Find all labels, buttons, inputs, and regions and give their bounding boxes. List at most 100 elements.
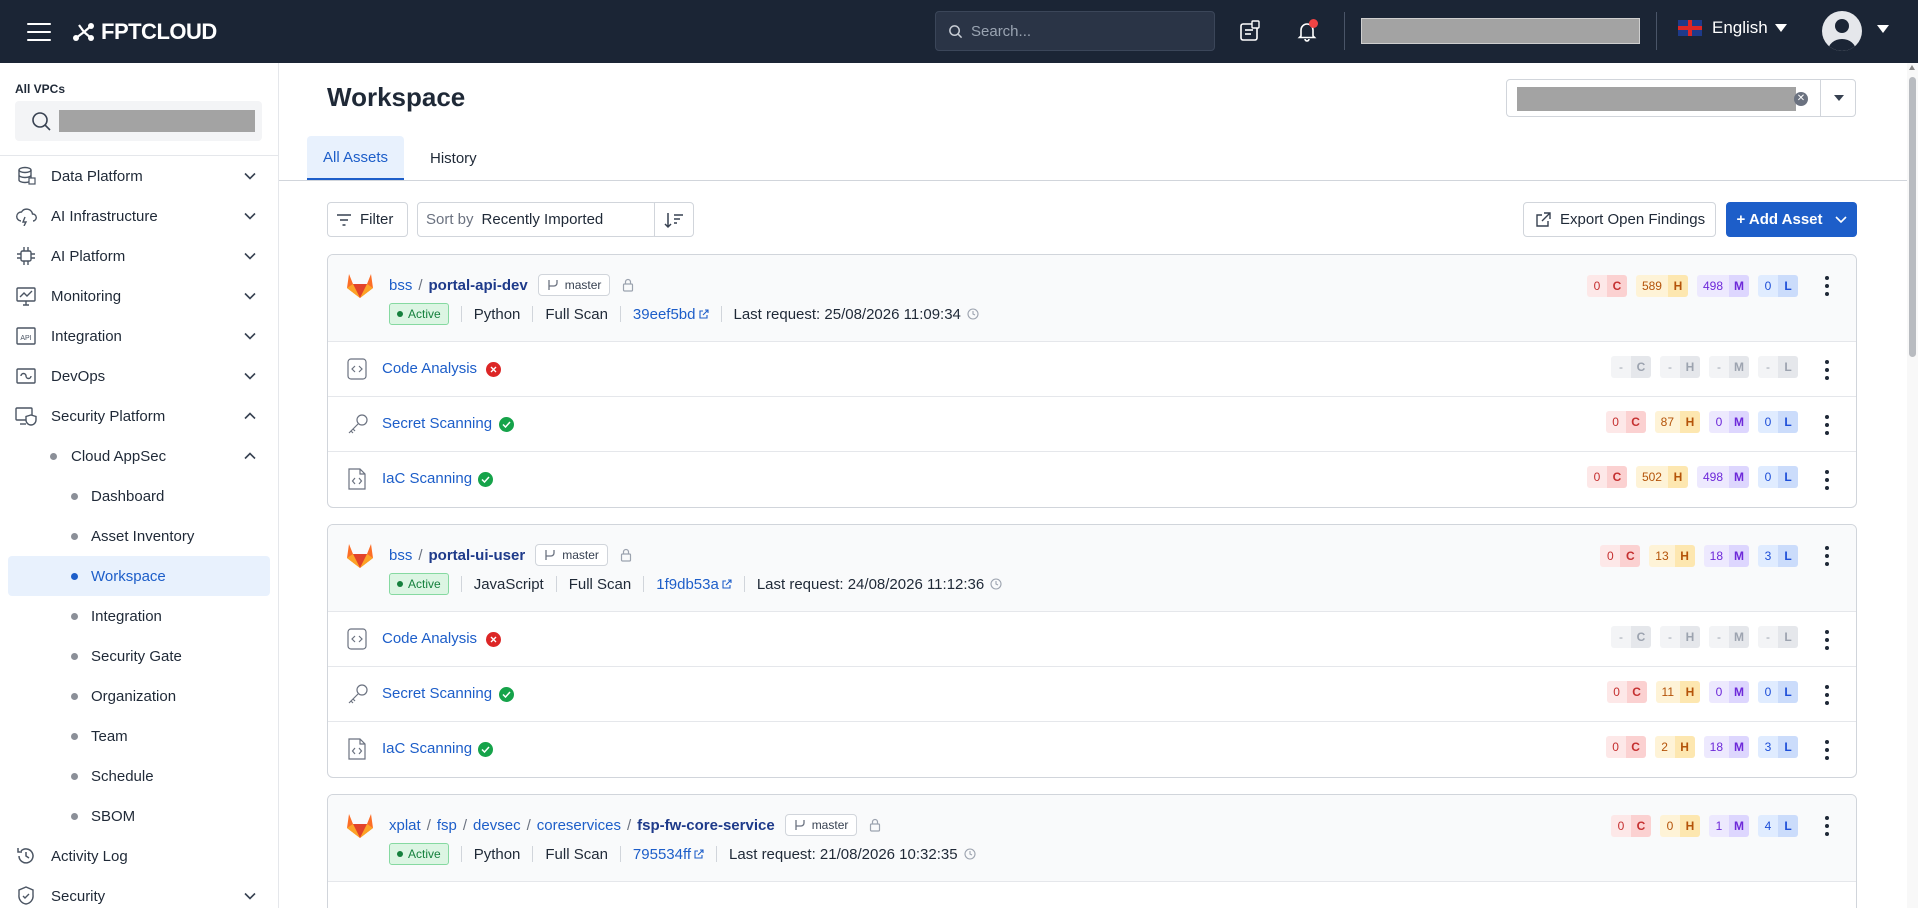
- sidebar-item-devops[interactable]: DevOps: [0, 356, 278, 396]
- sidebar-item-data-platform[interactable]: Data Platform: [0, 156, 278, 196]
- high-count-chip[interactable]: 502 H: [1635, 466, 1688, 488]
- sidebar-item-security-gate[interactable]: Security Gate: [0, 636, 278, 676]
- medium-count-chip[interactable]: 498 M: [1696, 466, 1749, 488]
- sidebar-item-monitoring[interactable]: Monitoring: [0, 276, 278, 316]
- high-count-chip[interactable]: 589 H: [1635, 275, 1688, 297]
- low-count-chip[interactable]: 0L: [1758, 411, 1798, 433]
- group-link[interactable]: xplat: [389, 817, 421, 834]
- scan-name-link[interactable]: Secret Scanning: [382, 415, 492, 432]
- critical-count-chip[interactable]: 0C: [1605, 411, 1646, 433]
- medium-count-chip[interactable]: 498 M: [1696, 275, 1749, 297]
- filter-button[interactable]: Filter: [327, 202, 408, 237]
- critical-count-chip[interactable]: 0C: [1586, 466, 1627, 488]
- sort-direction-button[interactable]: [654, 202, 694, 237]
- divider: [532, 306, 534, 322]
- group-link[interactable]: devsec: [473, 817, 521, 834]
- repo-link[interactable]: portal-ui-user: [429, 547, 526, 564]
- scan-name-link[interactable]: IaC Scanning: [382, 470, 472, 487]
- sidebar-item-team[interactable]: Team: [0, 716, 278, 756]
- low-count-chip[interactable]: 4L: [1758, 815, 1798, 837]
- divider: [643, 576, 645, 592]
- scan-name-link[interactable]: Secret Scanning: [382, 685, 492, 702]
- sidebar-item-asset-inventory[interactable]: Asset Inventory: [0, 516, 278, 556]
- sidebar-item-activity-log[interactable]: Activity Log: [0, 836, 278, 876]
- high-count-chip[interactable]: 2H: [1654, 736, 1695, 758]
- low-count-chip[interactable]: 0L: [1758, 466, 1798, 488]
- low-count-chip[interactable]: 3L: [1758, 545, 1798, 567]
- sidebar-item-ai-platform[interactable]: AI Platform: [0, 236, 278, 276]
- medium-count-chip[interactable]: 0M: [1709, 681, 1749, 703]
- sidebar-item-organization[interactable]: Organization: [0, 676, 278, 716]
- critical-count-chip[interactable]: 0C: [1611, 815, 1651, 837]
- more-options-icon[interactable]: [1824, 740, 1830, 760]
- group-link[interactable]: fsp: [437, 817, 457, 834]
- sidebar-item-security-platform[interactable]: Security Platform: [0, 396, 278, 436]
- org-link[interactable]: bss: [389, 277, 412, 294]
- sidebar-item-security[interactable]: Security: [0, 876, 278, 908]
- sidebar-item-appsec-integration[interactable]: Integration: [0, 596, 278, 636]
- sidebar-item-ai-infrastructure[interactable]: AI Infrastructure: [0, 196, 278, 236]
- user-avatar[interactable]: [1822, 11, 1862, 51]
- scan-name-link[interactable]: Code Analysis: [382, 630, 477, 647]
- more-options-icon[interactable]: [1824, 685, 1830, 705]
- fpt-cloud-logo[interactable]: FPTCLOUD: [71, 19, 217, 45]
- medium-count-chip[interactable]: 18 M: [1703, 545, 1749, 567]
- sidebar-item-workspace[interactable]: Workspace: [8, 556, 270, 596]
- low-count-chip[interactable]: 0L: [1758, 275, 1798, 297]
- asset-card: bss / portal-ui-user master Active JavaS…: [327, 524, 1857, 778]
- sidebar-item-sbom[interactable]: SBOM: [0, 796, 278, 836]
- high-count-chip[interactable]: 13 H: [1649, 545, 1695, 567]
- divider: [1656, 12, 1657, 50]
- medium-count-chip[interactable]: 18 M: [1703, 736, 1749, 758]
- critical-count-chip[interactable]: 0C: [1606, 681, 1647, 703]
- language-selector[interactable]: English: [1678, 18, 1788, 38]
- more-options-icon[interactable]: [1824, 276, 1830, 296]
- more-options-icon[interactable]: [1824, 816, 1830, 836]
- sort-select[interactable]: Sort by Recently Imported: [417, 202, 657, 237]
- commit-link[interactable]: 39eef5bd: [633, 306, 709, 323]
- low-count-chip[interactable]: 3L: [1758, 736, 1798, 758]
- repo-link[interactable]: portal-api-dev: [429, 277, 528, 294]
- high-count-chip[interactable]: 11 H: [1655, 681, 1700, 703]
- commit-link[interactable]: 795534ff: [633, 846, 704, 863]
- global-search-input[interactable]: Search...: [935, 11, 1215, 51]
- scroll-up-arrow-icon[interactable]: [1909, 65, 1915, 70]
- tab-history[interactable]: History: [414, 136, 493, 180]
- vpc-selector[interactable]: ✕: [1506, 79, 1856, 117]
- scan-name-link[interactable]: IaC Scanning: [382, 740, 472, 757]
- request-list-icon[interactable]: [1236, 17, 1264, 45]
- more-options-icon[interactable]: [1824, 630, 1830, 650]
- clear-icon[interactable]: ✕: [1794, 92, 1808, 106]
- vpc-search-input[interactable]: [15, 101, 262, 141]
- more-options-icon[interactable]: [1824, 415, 1830, 435]
- critical-count-chip[interactable]: 0C: [1605, 736, 1646, 758]
- medium-count-chip[interactable]: 0M: [1709, 411, 1749, 433]
- export-open-findings-button[interactable]: Export Open Findings: [1523, 202, 1716, 237]
- notification-bell-icon[interactable]: [1293, 17, 1321, 45]
- sidebar-item-schedule[interactable]: Schedule: [0, 756, 278, 796]
- high-count-chip[interactable]: 0H: [1660, 815, 1700, 837]
- more-options-icon[interactable]: [1824, 470, 1830, 490]
- more-options-icon[interactable]: [1824, 360, 1830, 380]
- scrollbar-thumb[interactable]: [1909, 77, 1916, 357]
- sidebar-item-cloud-appsec[interactable]: Cloud AppSec: [0, 436, 278, 476]
- critical-count-chip[interactable]: 0C: [1600, 545, 1641, 567]
- page-scrollbar[interactable]: [1907, 63, 1918, 908]
- commit-link[interactable]: 1f9db53a: [656, 576, 732, 593]
- critical-count-chip[interactable]: 0C: [1586, 275, 1627, 297]
- medium-count-chip[interactable]: 1M: [1709, 815, 1749, 837]
- hamburger-menu-icon[interactable]: [27, 22, 51, 41]
- group-link[interactable]: coreservices: [537, 817, 621, 834]
- scan-name-link[interactable]: Code Analysis: [382, 360, 477, 377]
- add-asset-button[interactable]: + Add Asset: [1726, 202, 1857, 237]
- sidebar-item-dashboard[interactable]: Dashboard: [0, 476, 278, 516]
- low-count-chip[interactable]: 0L: [1758, 681, 1798, 703]
- more-options-icon[interactable]: [1824, 546, 1830, 566]
- org-link[interactable]: bss: [389, 547, 412, 564]
- tab-all-assets[interactable]: All Assets: [307, 136, 405, 180]
- high-count-chip[interactable]: 87 H: [1654, 411, 1700, 433]
- sidebar-item-integration[interactable]: API Integration: [0, 316, 278, 356]
- user-menu-chevron-icon[interactable]: [1876, 24, 1890, 34]
- repo-link[interactable]: fsp-fw-core-service: [637, 817, 775, 834]
- chevron-down-icon[interactable]: [1833, 93, 1845, 103]
